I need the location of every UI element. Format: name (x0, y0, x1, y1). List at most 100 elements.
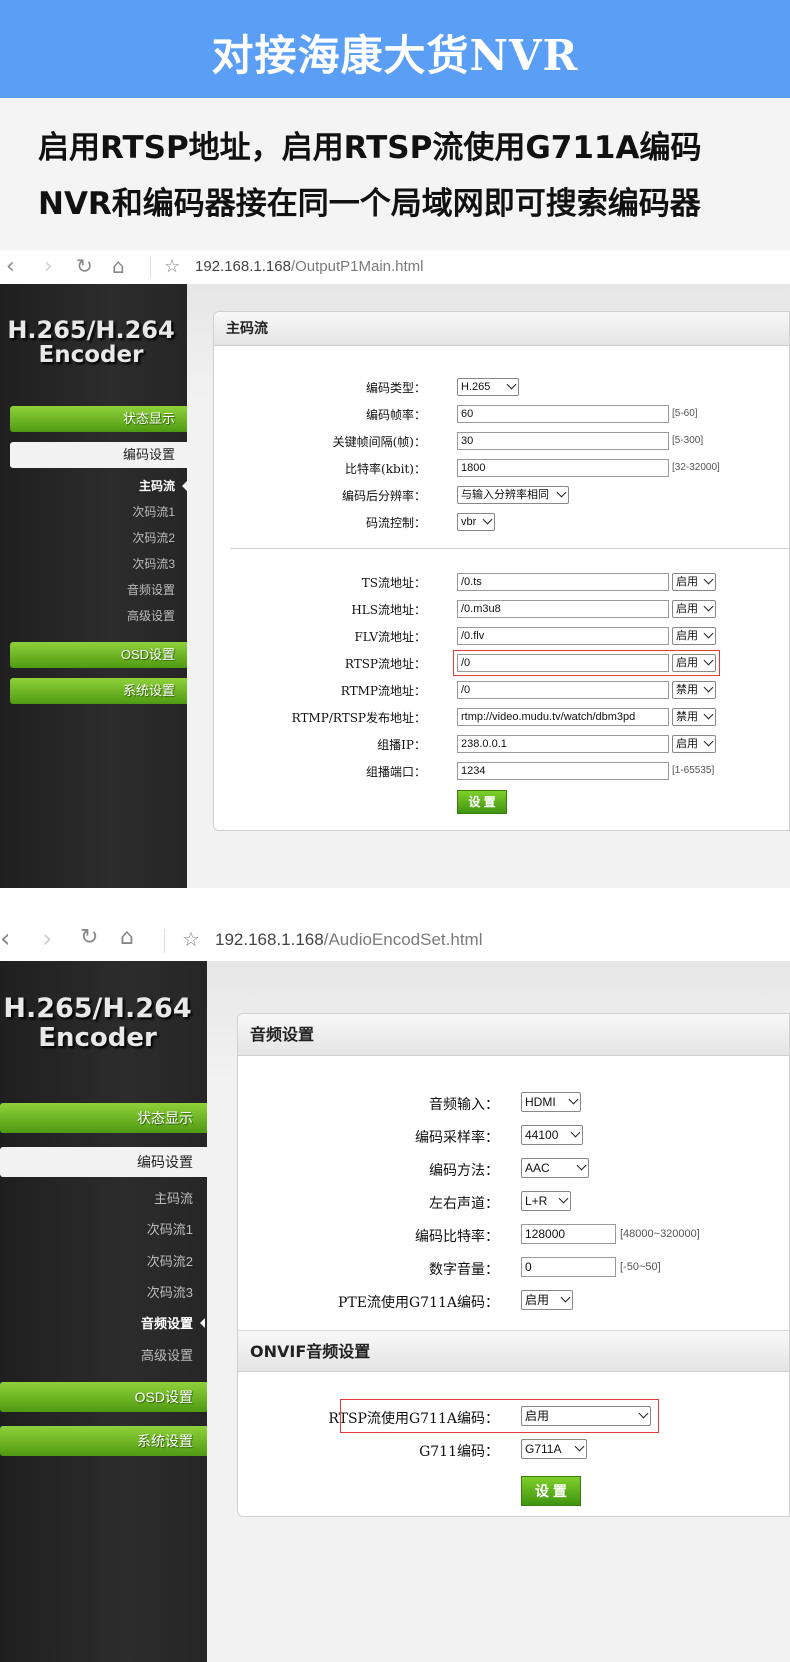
form-row-volume: 数字音量： 0 [-50~50] (238, 1257, 789, 1279)
sidebar-sub-stream-3[interactable]: 次码流3 (132, 555, 175, 572)
gop-input[interactable]: 30 (457, 432, 669, 450)
url-path: /OutputP1Main.html (290, 258, 424, 275)
reload-icon[interactable]: ↻ (80, 927, 98, 949)
audio-input-select[interactable]: HDMI (521, 1092, 581, 1112)
sidebar-sub-stream-2[interactable]: 次码流2 (147, 1251, 193, 1270)
sidebar-item-status[interactable]: 状态显示 (0, 1103, 207, 1133)
form-row-resolution: 编码后分辨率： 与输入分辨率相同 (214, 485, 789, 505)
flv-url-input[interactable]: /0.flv (457, 627, 669, 645)
sidebar-item-encode[interactable]: 编码设置 (10, 442, 187, 468)
sidebar-sub-main-stream[interactable]: 主码流 (139, 477, 188, 494)
multicast-port-input[interactable]: 1234 (457, 762, 669, 780)
codec-type-select[interactable]: H.265 (457, 378, 519, 396)
intro-line-1: 启用RTSP地址，启用RTSP流使用G711A编码 (38, 130, 702, 166)
flv-url-toggle[interactable]: 启用 (672, 627, 716, 645)
volume-input[interactable]: 0 (521, 1257, 616, 1277)
pte-g711a-select[interactable]: 启用 (521, 1290, 573, 1310)
audio-settings-panel: 音频设置 音频输入： HDMI 编码采样率： 44100 编码方法： AAC 左… (237, 1013, 790, 1517)
back-icon[interactable]: ‹ (6, 256, 15, 278)
sidebar-sub-stream-3[interactable]: 次码流3 (147, 1282, 193, 1301)
chevron-down-icon (703, 736, 714, 747)
sidebar-item-encode[interactable]: 编码设置 (0, 1147, 207, 1177)
sample-rate-select[interactable]: 44100 (521, 1125, 583, 1145)
chevron-down-icon (568, 1094, 579, 1105)
frame-rate-input[interactable]: 60 (457, 405, 669, 423)
form-row-rtsp-g711a: RTSP流使用G711A编码： 启用 (238, 1399, 789, 1433)
onvif-section-title: ONVIF音频设置 (238, 1330, 789, 1372)
rtmp-url-label: RTMP流地址： (340, 684, 426, 698)
form-row-flv-url: FLV流地址： /0.flv 启用 (214, 626, 789, 646)
audio-bitrate-input[interactable]: 128000 (521, 1224, 616, 1244)
pte-g711a-label: PTE流使用G711A编码： (338, 1295, 499, 1311)
sidebar-sub-audio[interactable]: 音频设置 (141, 1313, 206, 1332)
sidebar-sub-main-stream[interactable]: 主码流 (154, 1188, 193, 1207)
form-row-frame-rate: 编码帧率： 60 [5-60] (214, 404, 789, 424)
sidebar-sub-advanced[interactable]: 高级设置 (141, 1345, 193, 1364)
sidebar-item-osd[interactable]: OSD设置 (0, 1382, 207, 1412)
rtmp-url-toggle[interactable]: 禁用 (672, 681, 716, 699)
form-row-codec-method: 编码方法： AAC (238, 1158, 789, 1180)
toolbar-separator (164, 929, 165, 953)
multicast-ip-input[interactable]: 238.0.0.1 (457, 735, 669, 753)
sidebar-item-osd[interactable]: OSD设置 (10, 642, 187, 668)
form-row-channel: 左右声道： L+R (238, 1191, 789, 1213)
bitrate-label: 比特率(kbit)： (345, 462, 426, 476)
screenshot-audio-settings: ‹ › ↻ ⌂ ☆ 192.168.1.168/AudioEncodSet.ht… (0, 921, 790, 1662)
sidebar-sub-audio[interactable]: 音频设置 (127, 581, 175, 598)
codec-method-select[interactable]: AAC (521, 1158, 589, 1178)
sidebar-2: H.265/H.264 Encoder 状态显示 编码设置 主码流 次码流1 次… (0, 961, 207, 1662)
frame-rate-label: 编码帧率： (365, 408, 426, 422)
forward-icon[interactable]: › (44, 256, 53, 278)
rate-control-select[interactable]: vbr (457, 513, 495, 531)
multicast-ip-label: 组播IP： (377, 738, 426, 752)
forward-icon[interactable]: › (42, 926, 52, 952)
sample-rate-label: 编码采样率： (415, 1130, 499, 1146)
url-host: 192.168.1.168 (195, 258, 291, 275)
address-bar[interactable]: 192.168.1.168/AudioEncodSet.html (215, 930, 482, 950)
sidebar-sub-advanced[interactable]: 高级设置 (127, 607, 175, 624)
sidebar-sub-stream-1[interactable]: 次码流1 (147, 1219, 193, 1238)
banner: 对接海康大货NVR (0, 0, 790, 98)
star-icon[interactable]: ☆ (182, 928, 200, 950)
apply-button[interactable]: 设 置 (457, 790, 507, 814)
ts-url-input[interactable]: /0.ts (457, 573, 669, 591)
hls-url-toggle[interactable]: 启用 (672, 600, 716, 618)
logo-line-2: Encoder (38, 342, 144, 368)
publish-url-input[interactable]: rtmp://video.mudu.tv/watch/dbm3pd (457, 708, 669, 726)
sidebar-sub-stream-2[interactable]: 次码流2 (132, 529, 175, 546)
g711-codec-select[interactable]: G711A (521, 1439, 587, 1459)
ts-url-toggle[interactable]: 启用 (672, 573, 716, 591)
audio-bitrate-hint: [48000~320000] (620, 1228, 700, 1240)
toolbar-separator (150, 256, 151, 278)
form-row-sample-rate: 编码采样率： 44100 (238, 1125, 789, 1147)
g711-codec-label: G711编码： (419, 1444, 499, 1460)
rtmp-url-input[interactable]: /0 (457, 681, 669, 699)
chevron-down-icon (558, 1193, 569, 1204)
address-bar[interactable]: 192.168.1.168/OutputP1Main.html (195, 258, 424, 275)
back-icon[interactable]: ‹ (0, 926, 10, 952)
hls-url-input[interactable]: /0.m3u8 (457, 600, 669, 618)
home-icon[interactable]: ⌂ (120, 927, 134, 949)
sidebar-item-status[interactable]: 状态显示 (10, 406, 187, 432)
sidebar-item-system[interactable]: 系统设置 (10, 678, 187, 704)
panel-title: 主码流 (214, 312, 789, 346)
publish-url-toggle[interactable]: 禁用 (672, 708, 716, 726)
sidebar-sub-stream-1[interactable]: 次码流1 (132, 503, 175, 520)
reload-icon[interactable]: ↻ (76, 255, 93, 277)
form-row-multicast-port: 组播端口： 1234 [1-65535] (214, 761, 789, 781)
star-icon[interactable]: ☆ (164, 256, 180, 278)
channel-label: 左右声道： (429, 1196, 499, 1212)
bitrate-input[interactable]: 1800 (457, 459, 669, 477)
codec-type-label: 编码类型： (365, 381, 426, 395)
resolution-select[interactable]: 与输入分辨率相同 (457, 486, 569, 504)
home-icon[interactable]: ⌂ (112, 255, 125, 277)
chevron-down-icon (556, 487, 567, 498)
channel-select[interactable]: L+R (521, 1191, 571, 1211)
url-host: 192.168.1.168 (215, 930, 324, 949)
multicast-port-hint: [1-65535] (672, 765, 715, 776)
apply-button[interactable]: 设 置 (521, 1476, 581, 1506)
bitrate-hint: [32-32000] (672, 462, 720, 473)
sidebar-item-system[interactable]: 系统设置 (0, 1426, 207, 1456)
multicast-ip-toggle[interactable]: 启用 (672, 735, 716, 753)
form-row-ts-url: TS流地址： /0.ts 启用 (214, 572, 789, 592)
